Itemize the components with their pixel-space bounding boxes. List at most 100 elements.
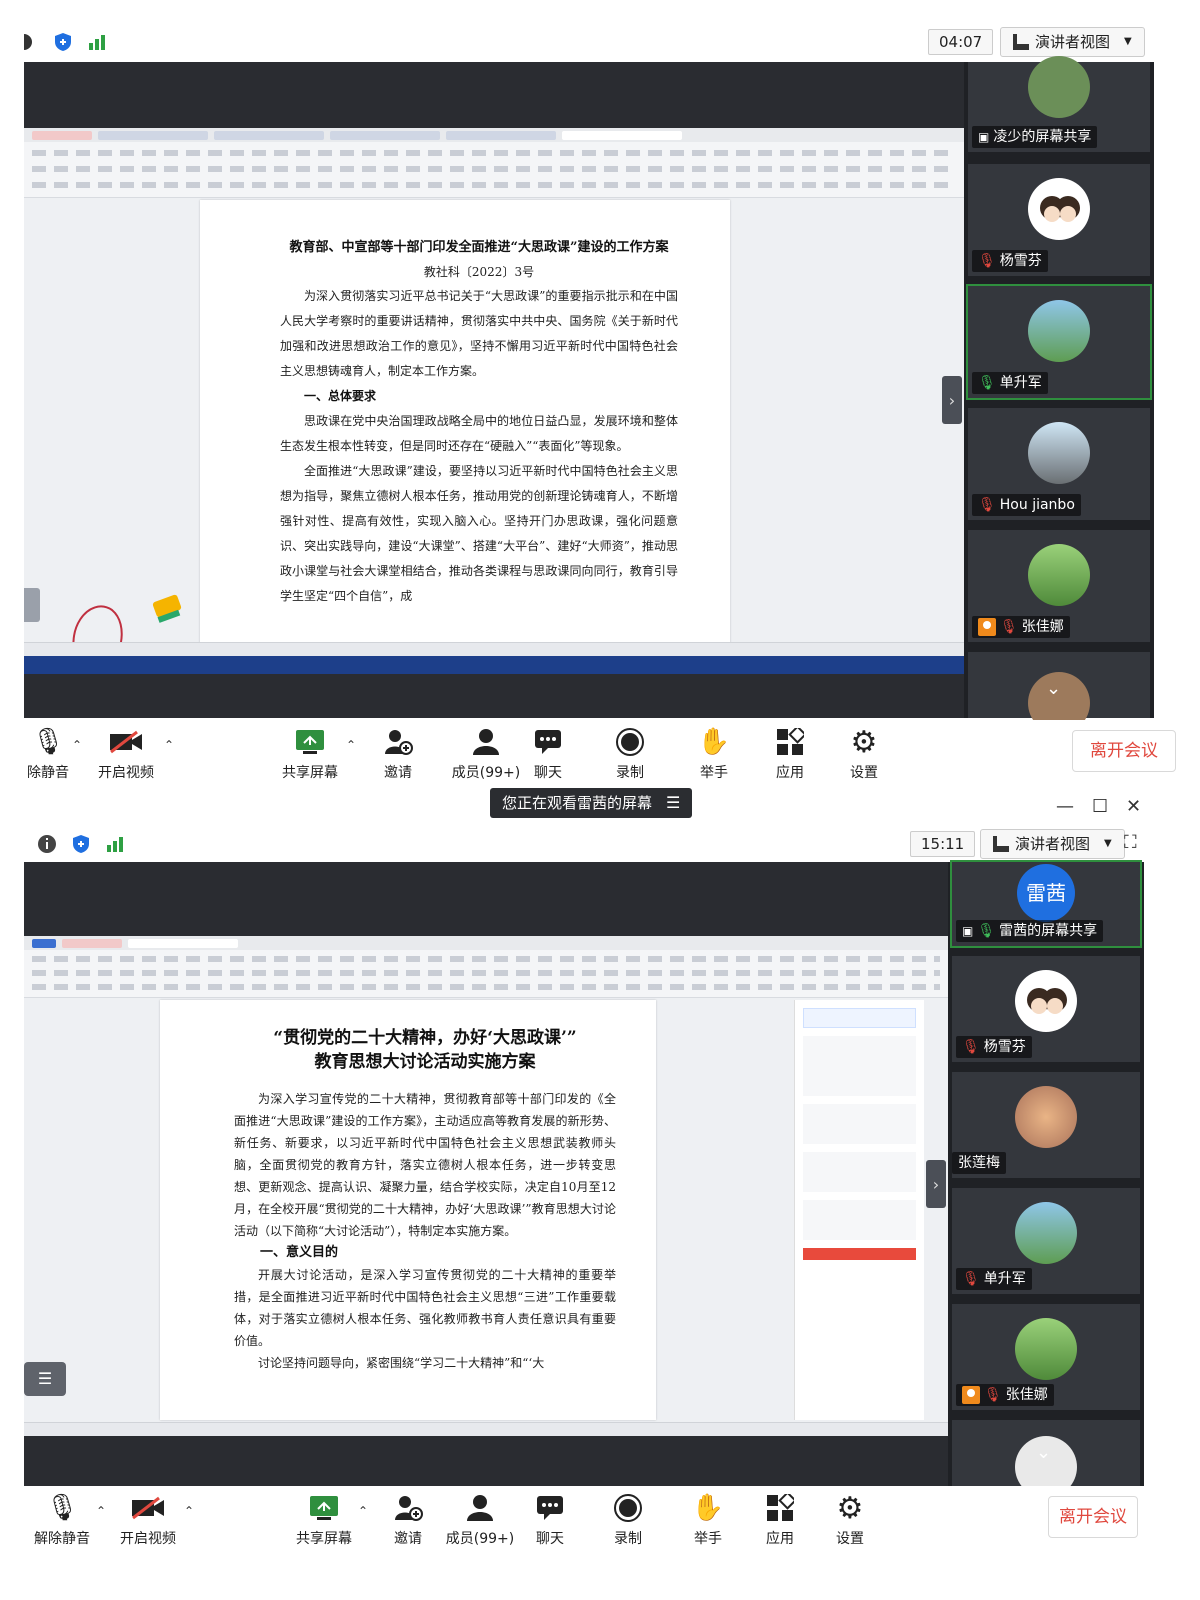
participant-tile[interactable]: 🎙 Hou jianbo xyxy=(968,408,1150,520)
meeting-top-bar: 15:11 演讲者视图 ▼ ⛶ xyxy=(24,826,1184,862)
leave-meeting-button[interactable]: 离开会议 xyxy=(1072,730,1176,772)
doc-paragraph: 思政课在党中央治国理政战略全局中的地位日益凸显，发展环境和整体生态发生根本性转变… xyxy=(280,414,678,453)
shared-screen-stage: 教育部、中宣部等十部门印发全面推进“大思政课”建设的工作方案 教社科〔2022〕… xyxy=(24,62,964,718)
view-mode-dropdown[interactable]: 演讲者视图 ▼ xyxy=(1000,27,1145,57)
start-video-button[interactable]: 开启视频 xyxy=(110,1486,186,1548)
document-page: “贯彻党的二十大精神，办好‘大思政课’” 教育思想大讨论活动实施方案 为深入学习… xyxy=(160,1000,656,1420)
chevron-right-icon: › xyxy=(948,390,956,410)
hand-icon: ✋ xyxy=(691,1493,725,1523)
record-button[interactable]: 录制 xyxy=(592,720,668,782)
record-icon xyxy=(614,1494,642,1522)
avatar xyxy=(1028,422,1090,484)
mic-muted-icon: 🎙 xyxy=(962,1039,980,1055)
word-ribbon xyxy=(24,950,948,998)
fullscreen-icon[interactable]: ⛶ xyxy=(1124,832,1137,853)
participant-tile[interactable]: 🎙 张佳娜 xyxy=(952,1304,1140,1410)
participant-tile[interactable]: 🎙 杨雪芬 xyxy=(952,956,1140,1062)
invite-icon xyxy=(395,1496,423,1521)
participant-tile[interactable]: ▣ 凌少的屏幕共享 xyxy=(968,56,1150,152)
mic-icon: 🎙 xyxy=(977,923,996,939)
invite-icon xyxy=(385,730,413,755)
mic-muted-icon: 🎙 xyxy=(984,1387,1002,1403)
participant-tile[interactable]: 🎙 单升军 xyxy=(952,1188,1140,1294)
browser-tabs xyxy=(24,128,964,142)
participant-tile[interactable]: ⌄ xyxy=(968,652,1150,734)
mic-muted-icon: 🎙 xyxy=(978,497,996,513)
settings-button[interactable]: ⚙ 设置 xyxy=(826,720,902,782)
participant-name: 单升军 xyxy=(983,1271,1026,1287)
side-panel-action-button[interactable] xyxy=(803,1248,916,1260)
signal-strength-icon[interactable] xyxy=(86,31,108,53)
layout-icon xyxy=(1013,34,1029,50)
list-menu-button[interactable]: ☰ xyxy=(24,1362,66,1396)
network-icon[interactable] xyxy=(18,31,40,53)
close-button[interactable]: ✕ xyxy=(1126,796,1141,817)
info-icon[interactable] xyxy=(36,833,58,855)
collapse-panel-button[interactable]: › xyxy=(942,376,962,424)
hand-icon: ✋ xyxy=(697,727,731,757)
doc-title: 教育部、中宣部等十部门印发全面推进“大思政课”建设的工作方案 xyxy=(289,240,669,255)
share-screen-button[interactable]: 共享屏幕 xyxy=(272,720,348,782)
mic-muted-icon: 🎙 xyxy=(1000,619,1018,635)
chevron-up-icon[interactable]: ⌃ xyxy=(164,738,174,752)
list-icon: ☰ xyxy=(37,1369,53,1388)
chevron-down-icon: ▼ xyxy=(1104,838,1112,849)
meeting-window-top: 04:07 演讲者视图 ▼ 教育部、中宣部等十部门印发全面推进“大思政课”建设的… xyxy=(24,22,1184,792)
maximize-button[interactable]: ☐ xyxy=(1092,796,1108,817)
chevron-up-icon[interactable]: ⌃ xyxy=(358,1504,368,1518)
unmute-button[interactable]: 🎙 解除静音 xyxy=(24,1486,100,1548)
security-shield-icon[interactable] xyxy=(70,833,92,855)
participant-tile[interactable]: 🎙 张佳娜 xyxy=(968,530,1150,642)
chevron-up-icon[interactable]: ⌃ xyxy=(346,738,356,752)
participant-panel: 雷茜 ▣ 🎙 雷茜的屏幕共享 🎙 杨雪芬 张莲梅 🎙 单升军 🎙 张佳娜 ⌄ xyxy=(948,860,1144,1498)
invite-button[interactable]: 邀请 xyxy=(360,720,436,782)
apps-button[interactable]: 应用 xyxy=(742,1486,818,1548)
menu-icon[interactable]: ☰ xyxy=(666,788,680,818)
record-button[interactable]: 录制 xyxy=(590,1486,666,1548)
avatar: 雷茜 xyxy=(1017,864,1075,922)
meeting-top-bar: 04:07 演讲者视图 ▼ xyxy=(24,22,1184,62)
avatar xyxy=(1015,1202,1077,1264)
raise-hand-button[interactable]: ✋ 举手 xyxy=(676,720,752,782)
view-mode-dropdown[interactable]: 演讲者视图 ▼ xyxy=(980,829,1125,859)
chevron-up-icon[interactable]: ⌃ xyxy=(96,1504,106,1518)
leave-meeting-button[interactable]: 离开会议 xyxy=(1048,1496,1138,1538)
share-screen-icon xyxy=(310,1496,338,1520)
participant-tile[interactable]: 雷茜 ▣ 🎙 雷茜的屏幕共享 xyxy=(950,860,1142,948)
chat-button[interactable]: 聊天 xyxy=(510,720,586,782)
doc-paragraph: 为深入贯彻落实习近平总书记关于“大思政课”的重要指示批示和在中国人民大学考察时的… xyxy=(280,289,678,378)
chevron-up-icon[interactable]: ⌃ xyxy=(72,738,82,752)
signal-strength-icon[interactable] xyxy=(104,833,126,855)
word-status-bar xyxy=(24,1422,948,1436)
meeting-toolbar: 🎙 解除静音 ⌃ 开启视频 ⌃ 共享屏幕 ⌃ 邀请 成员(99+) 聊天 录制 xyxy=(24,1486,1184,1558)
participant-name: Hou jianbo xyxy=(999,497,1075,513)
apps-icon xyxy=(777,728,804,755)
collapse-panel-button[interactable]: › xyxy=(926,1160,946,1208)
participant-tile[interactable]: 🎙 单升军 xyxy=(966,284,1152,400)
mic-muted-icon: 🎙 xyxy=(978,253,996,269)
side-handle[interactable] xyxy=(24,588,40,622)
raise-hand-button[interactable]: ✋ 举手 xyxy=(670,1486,746,1548)
mic-muted-icon: 🎙 xyxy=(962,1271,980,1287)
shared-document-window: “贯彻党的二十大精神，办好‘大思政课’” 教育思想大讨论活动实施方案 为深入学习… xyxy=(24,936,948,1436)
meeting-timer: 15:11 xyxy=(910,831,976,857)
share-screen-button[interactable]: 共享屏幕 xyxy=(286,1486,362,1548)
chevron-down-icon[interactable]: ⌄ xyxy=(1046,678,1061,699)
video-off-icon xyxy=(110,730,142,754)
minimize-button[interactable]: — xyxy=(1056,796,1074,817)
meeting-toolbar: 🎙 除静音 ⌃ 开启视频 ⌃ 共享屏幕 ⌃ 邀请 成员(99+) 聊天 录制 ✋… xyxy=(24,720,1184,792)
chat-button[interactable]: 聊天 xyxy=(512,1486,588,1548)
start-video-button[interactable]: 开启视频 xyxy=(88,720,164,782)
mic-muted-icon: 🎙 xyxy=(31,727,65,757)
doc-paragraph: 全面推进“大思政课”建设，要坚持以习近平新时代中国特色社会主义思想为指导，聚焦立… xyxy=(280,464,678,603)
apps-button[interactable]: 应用 xyxy=(752,720,828,782)
security-shield-icon[interactable] xyxy=(52,31,74,53)
members-icon xyxy=(473,729,499,755)
chevron-down-icon[interactable]: ⌄ xyxy=(1036,1442,1051,1463)
settings-button[interactable]: ⚙ 设置 xyxy=(812,1486,888,1548)
chevron-up-icon[interactable]: ⌃ xyxy=(184,1504,194,1518)
participant-tile[interactable]: 🎙 杨雪芬 xyxy=(968,164,1150,276)
doc-number: 教社科〔2022〕3号 xyxy=(423,265,535,279)
participant-tile[interactable]: 张莲梅 xyxy=(952,1072,1140,1178)
participant-tile[interactable]: ⌄ xyxy=(952,1420,1140,1498)
